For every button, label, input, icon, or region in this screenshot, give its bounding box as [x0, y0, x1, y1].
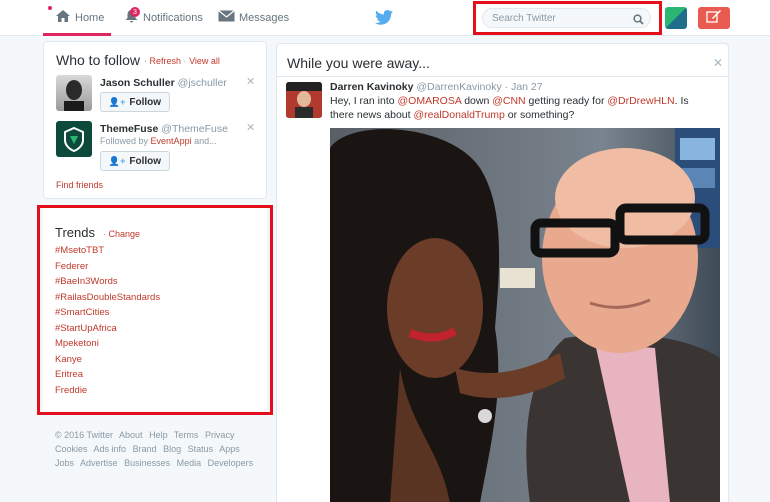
footer-link[interactable]: Advertise: [80, 458, 118, 468]
tweet-author-handle[interactable]: @DarrenKavinoky: [416, 81, 501, 93]
nav-messages[interactable]: Messages: [218, 0, 289, 35]
refresh-link[interactable]: Refresh: [150, 56, 182, 66]
suggestion-jason-schuller: Jason Schuller @jschuller ✕ 👤+ Follow: [56, 75, 261, 115]
suggestion-name[interactable]: Jason Schuller @jschuller: [100, 77, 227, 89]
tweet-author-name[interactable]: Darren Kavinoky: [330, 81, 413, 93]
nav-notifications[interactable]: Notifications: [124, 0, 203, 35]
nav-home-label: Home: [75, 11, 105, 24]
tweet-header: Darren Kavinoky @DarrenKavinoky · Jan 27: [330, 81, 543, 93]
footer-link[interactable]: Terms: [174, 430, 199, 440]
footer-link[interactable]: Developers: [208, 458, 254, 468]
footer-link[interactable]: Businesses: [124, 458, 170, 468]
tweet-text: Hey, I ran into @OMAROSA down @CNN getti…: [330, 95, 689, 121]
footer-copyright: © 2016 Twitter: [55, 430, 113, 440]
footer-link[interactable]: Help: [149, 430, 168, 440]
follow-button[interactable]: 👤+ Follow: [100, 151, 170, 171]
mention-link[interactable]: @CNN: [492, 95, 525, 107]
suggestion-themefuse: ThemeFuse @ThemeFuse Followed by EventAp…: [56, 121, 261, 171]
view-all-link[interactable]: View all: [189, 56, 220, 66]
compose-tweet-button[interactable]: [698, 7, 730, 29]
home-unread-dot: [48, 6, 52, 10]
add-user-icon: 👤+: [108, 96, 126, 107]
quill-icon: [706, 9, 722, 28]
find-friends-link[interactable]: Find friends: [56, 180, 103, 190]
suggestion-name[interactable]: ThemeFuse @ThemeFuse: [100, 123, 228, 135]
tweet-photo[interactable]: [330, 128, 720, 502]
avatar[interactable]: [56, 75, 92, 111]
dismiss-close-icon[interactable]: ✕: [246, 75, 255, 88]
add-user-icon: 👤+: [108, 155, 126, 166]
envelope-icon: [218, 10, 235, 25]
mention-link[interactable]: @DrDrewHLN: [607, 95, 674, 107]
away-title: While you were away...: [287, 55, 430, 71]
nav-home[interactable]: Home: [55, 0, 104, 35]
tweet-date[interactable]: Jan 27: [511, 81, 543, 93]
close-icon[interactable]: ✕: [713, 56, 723, 70]
notification-count-badge: 3: [130, 7, 140, 17]
footer-link[interactable]: Status: [188, 444, 214, 454]
footer-link[interactable]: Jobs: [55, 458, 74, 468]
avatar[interactable]: [56, 121, 92, 157]
footer-link[interactable]: Brand: [133, 444, 157, 454]
home-active-underline: [43, 33, 111, 36]
user-avatar[interactable]: [665, 7, 687, 29]
footer-links: © 2016 Twitter About Help Terms Privacy …: [55, 428, 260, 470]
while-you-were-away-module: While you were away... ✕ Darren Kavinoky…: [276, 43, 729, 502]
follow-button[interactable]: 👤+ Follow: [100, 92, 170, 112]
who-to-follow-module: Who to follow · Refresh · View all Jason…: [43, 41, 267, 199]
nav-notifications-label: Notifications: [143, 11, 203, 24]
who-to-follow-title: Who to follow: [56, 52, 141, 68]
divider: [277, 76, 728, 77]
mention-link[interactable]: @OMAROSA: [398, 95, 462, 107]
trends-highlight-box: [37, 205, 273, 415]
dismiss-close-icon[interactable]: ✕: [246, 121, 255, 134]
tweet-author-avatar[interactable]: [286, 82, 322, 118]
home-icon: [55, 9, 71, 26]
footer-link[interactable]: Ads info: [94, 444, 127, 454]
mention-link[interactable]: @realDonaldTrump: [413, 109, 504, 121]
twitter-bird-logo[interactable]: [375, 10, 393, 30]
search-highlight-box: [473, 1, 662, 35]
who-to-follow-links: · Refresh · View all: [144, 56, 220, 66]
footer-link[interactable]: Apps: [219, 444, 240, 454]
footer-link[interactable]: Blog: [163, 444, 181, 454]
footer-link[interactable]: Media: [177, 458, 202, 468]
footer-link[interactable]: Privacy: [205, 430, 235, 440]
footer-link[interactable]: About: [119, 430, 143, 440]
nav-messages-label: Messages: [239, 11, 290, 24]
followed-by-text: Followed by EventAppi and...: [100, 136, 217, 146]
footer-link[interactable]: Cookies: [55, 444, 88, 454]
